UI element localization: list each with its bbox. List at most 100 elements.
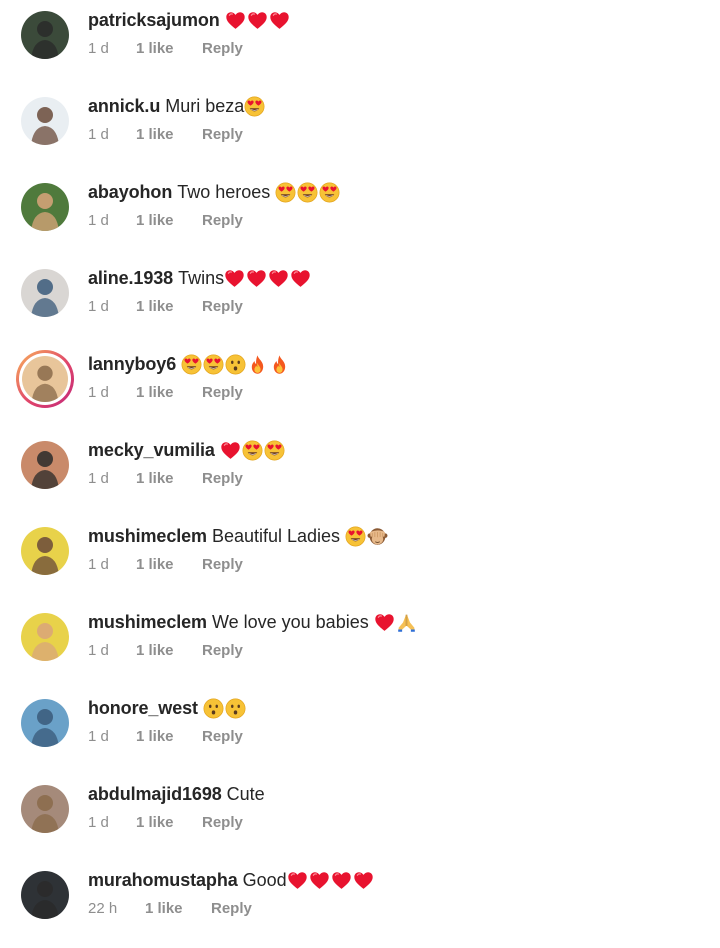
comment-item: patricksajumon 1 d 1 like Reply [0, 0, 720, 86]
comment-item: lannyboy6 1 d 1 like Reply [0, 344, 720, 430]
comment-timestamp: 1 d [88, 556, 109, 573]
red-heart-icon [246, 268, 267, 289]
comment-timestamp: 1 d [88, 40, 109, 57]
comment-likes-link[interactable]: 1 like [136, 556, 174, 574]
avatar[interactable] [21, 183, 69, 231]
heart-eyes-icon [203, 354, 224, 375]
comment-username[interactable]: mushimeclem [88, 524, 207, 548]
red-heart-icon [353, 870, 374, 891]
comment-body: abayohon Two heroes [88, 180, 340, 204]
comment-body: honore_west [88, 696, 246, 720]
heart-eyes-icon [244, 96, 265, 117]
comment-body: murahomustapha Good [88, 868, 374, 892]
heart-eyes-icon [264, 440, 285, 461]
comment-timestamp: 1 d [88, 384, 109, 401]
comment-likes-link[interactable]: 1 like [136, 298, 174, 316]
fire-icon [247, 354, 268, 375]
comment-username[interactable]: lannyboy6 [88, 352, 176, 376]
comment-emojis [225, 10, 290, 31]
comment-username[interactable]: abayohon [88, 180, 172, 204]
red-heart-icon [224, 268, 245, 289]
avatar-story-ring[interactable] [16, 350, 74, 408]
avatar[interactable] [21, 613, 69, 661]
comment-username[interactable]: abdulmajid1698 [88, 782, 222, 806]
comment-text: Cute [226, 784, 265, 804]
red-heart-icon [309, 870, 330, 891]
comment-username[interactable]: annick.u [88, 94, 160, 118]
comment-body: abdulmajid1698 Cute [88, 782, 265, 806]
comment-likes-link[interactable]: 1 like [136, 384, 174, 402]
avatar[interactable] [21, 441, 69, 489]
comment-text: Twins [178, 268, 225, 288]
comment-timestamp: 1 d [88, 728, 109, 745]
comment-username[interactable]: patricksajumon [88, 8, 220, 32]
comment-timestamp: 1 d [88, 642, 109, 659]
comment-likes-link[interactable]: 1 like [136, 212, 174, 230]
comment-timestamp: 1 d [88, 212, 109, 229]
avatar[interactable] [21, 699, 69, 747]
hushed-icon [203, 698, 224, 719]
red-heart-icon [225, 10, 246, 31]
comment-emojis [287, 870, 374, 891]
comment-likes-link[interactable]: 1 like [136, 728, 174, 746]
comment-emojis [345, 526, 388, 547]
reply-button[interactable]: Reply [211, 900, 252, 918]
heart-eyes-icon [275, 182, 296, 203]
avatar[interactable] [21, 97, 69, 145]
reply-button[interactable]: Reply [202, 728, 243, 746]
comment-text: Muri beza [165, 96, 245, 116]
comment-username[interactable]: mushimeclem [88, 610, 207, 634]
comment-likes-link[interactable]: 1 like [136, 642, 174, 660]
reply-button[interactable]: Reply [202, 470, 243, 488]
reply-button[interactable]: Reply [202, 384, 243, 402]
avatar[interactable] [21, 871, 69, 919]
comment-emojis [203, 698, 246, 719]
comment-likes-link[interactable]: 1 like [136, 470, 174, 488]
avatar[interactable] [21, 269, 69, 317]
comment-body: lannyboy6 [88, 352, 290, 376]
comment-body: mushimeclem We love you babies [88, 610, 417, 634]
comment-username[interactable]: murahomustapha [88, 868, 238, 892]
comment-timestamp: 1 d [88, 470, 109, 487]
red-heart-icon [331, 870, 352, 891]
comment-item: honore_west 1 d 1 like Reply [0, 688, 720, 774]
heart-eyes-icon [345, 526, 366, 547]
see-no-evil-icon [367, 526, 388, 547]
comment-text: Two heroes [177, 182, 271, 202]
heart-eyes-icon [242, 440, 263, 461]
comment-emojis [220, 440, 285, 461]
comment-text: We love you babies [211, 612, 369, 632]
red-heart-icon [287, 870, 308, 891]
reply-button[interactable]: Reply [202, 40, 243, 58]
comment-likes-link[interactable]: 1 like [136, 126, 174, 144]
comment-timestamp: 1 d [88, 814, 109, 831]
avatar[interactable] [21, 11, 69, 59]
red-heart-icon [220, 440, 241, 461]
comment-text: Good [242, 870, 287, 890]
avatar[interactable] [21, 785, 69, 833]
comment-item: murahomustapha Good 22 h 1 like Reply [0, 860, 720, 946]
comment-timestamp: 22 h [88, 900, 118, 917]
red-heart-icon [268, 268, 289, 289]
comment-username[interactable]: honore_west [88, 696, 198, 720]
comment-likes-link[interactable]: 1 like [136, 40, 174, 58]
heart-eyes-icon [181, 354, 202, 375]
comment-body: patricksajumon [88, 8, 290, 32]
reply-button[interactable]: Reply [202, 212, 243, 230]
comment-text: Beautiful Ladies [211, 526, 341, 546]
comment-username[interactable]: mecky_vumilia [88, 438, 215, 462]
comment-username[interactable]: aline.1938 [88, 266, 173, 290]
comment-emojis [244, 96, 265, 117]
comment-likes-link[interactable]: 1 like [136, 814, 174, 832]
comment-body: aline.1938 Twins [88, 266, 311, 290]
comment-timestamp: 1 d [88, 126, 109, 143]
reply-button[interactable]: Reply [202, 126, 243, 144]
hushed-icon [225, 354, 246, 375]
avatar[interactable] [21, 527, 69, 575]
reply-button[interactable]: Reply [202, 298, 243, 316]
comment-likes-link[interactable]: 1 like [145, 900, 183, 918]
reply-button[interactable]: Reply [202, 556, 243, 574]
reply-button[interactable]: Reply [202, 642, 243, 660]
red-heart-icon [374, 612, 395, 633]
reply-button[interactable]: Reply [202, 814, 243, 832]
